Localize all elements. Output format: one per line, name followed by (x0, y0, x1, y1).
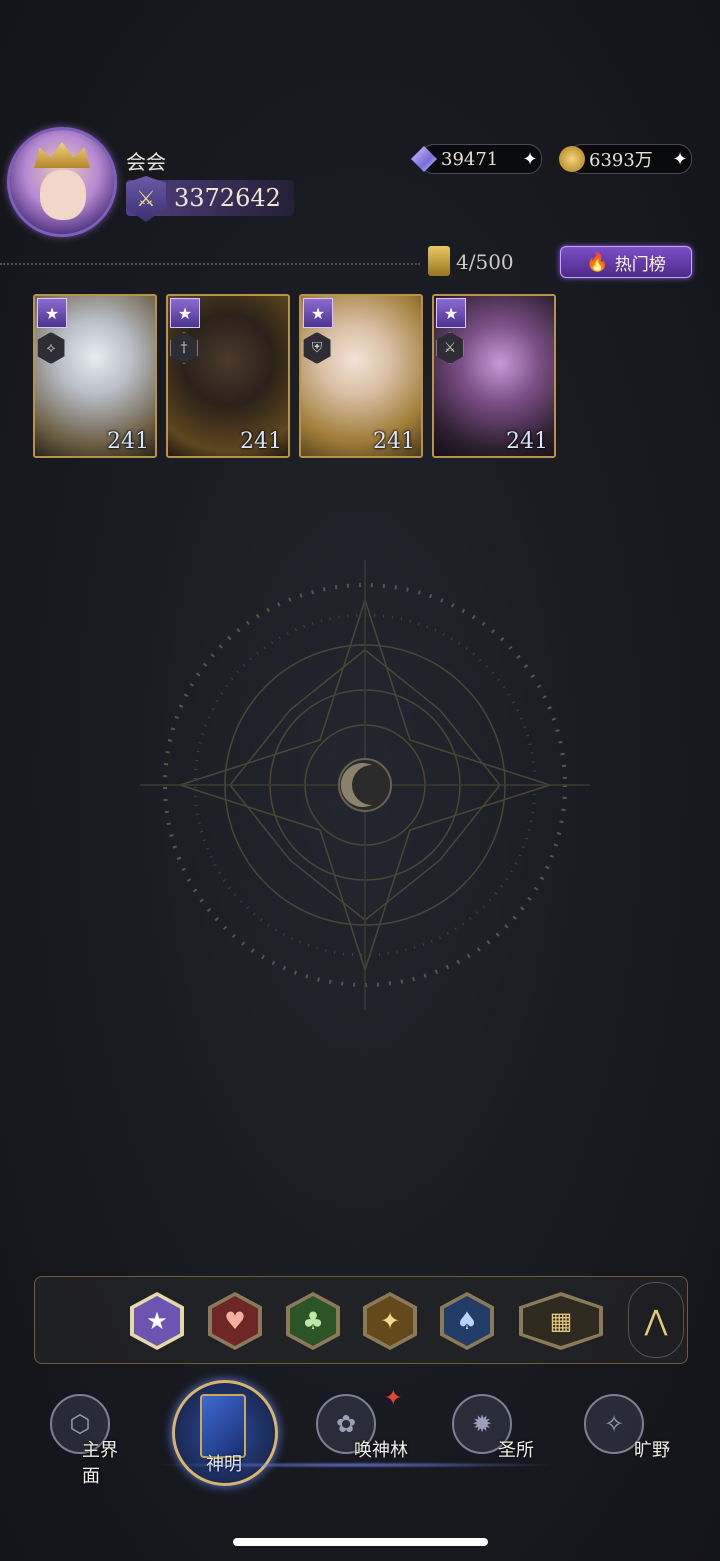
nav-main-realm[interactable]: ⬡ 主界面 (24, 1390, 134, 1487)
deity-card-1[interactable]: ★ ⟡ 241 (33, 294, 157, 458)
deity-card-2[interactable]: ★ † 241 (166, 294, 290, 458)
star-rank-icon: ★ (436, 298, 466, 328)
notification-spark-icon: ✦ (384, 1386, 403, 1411)
flame-icon: 🔥 (586, 251, 609, 273)
divider (0, 263, 420, 265)
card-level: 241 (107, 429, 149, 454)
star-rank-icon: ★ (37, 298, 67, 328)
card-level: 241 (240, 429, 282, 454)
card-level: 241 (373, 429, 415, 454)
club-icon: ♣ (290, 1296, 336, 1346)
expand-chevron-icon[interactable]: ⋀ (628, 1282, 684, 1358)
card-capacity-icon (428, 246, 450, 276)
nav-label: 唤神林 (354, 1440, 408, 1461)
nav-wilderness[interactable]: ✧ 旷野 (576, 1390, 686, 1470)
home-indicator[interactable] (233, 1538, 488, 1546)
player-name: 会会 (126, 150, 166, 174)
nav-deity[interactable]: 神明 (168, 1378, 278, 1486)
heart-icon: ♥ (212, 1296, 258, 1346)
avatar-face (40, 170, 86, 220)
star-icon: ★ (134, 1296, 180, 1346)
coin-currency: 6393万 ✦ (559, 144, 692, 174)
star-gem-icon (407, 142, 441, 176)
hot-ranking-button[interactable]: 🔥 热门榜 (560, 246, 692, 278)
card-capacity: 4/500 (456, 250, 514, 274)
nav-label: 圣所 (498, 1440, 534, 1461)
nav-label: 旷野 (634, 1440, 670, 1461)
add-gem-icon[interactable]: ✦ (519, 149, 541, 170)
star-rank-icon: ★ (170, 298, 200, 328)
nav-label: 主界面 (82, 1440, 118, 1487)
gem-currency: 39471 ✦ (411, 144, 542, 174)
nav-glow (150, 1462, 560, 1468)
hot-ranking-label: 热门榜 (614, 254, 666, 275)
crown-icon (34, 142, 90, 168)
deity-card-4[interactable]: ★ ⚔ 241 (432, 294, 556, 458)
nav-sanctuary[interactable]: ✹ 圣所 (440, 1390, 550, 1470)
deity-card-3[interactable]: ★ ⛨ 241 (299, 294, 423, 458)
gold-coin-icon (555, 142, 589, 176)
diamond-icon: ✦ (367, 1296, 413, 1346)
gem-amount: 39471 (441, 148, 499, 170)
spade-icon: ♠ (444, 1296, 490, 1346)
player-avatar[interactable] (10, 130, 114, 234)
moon-emblem-decoration (140, 560, 590, 1010)
grid-icon: ▦ (523, 1296, 599, 1346)
star-rank-icon: ★ (303, 298, 333, 328)
add-coin-icon[interactable]: ✦ (669, 149, 691, 170)
coin-amount: 6393万 (589, 150, 653, 171)
deity-book-icon (200, 1394, 246, 1458)
power-value: 3372642 (174, 184, 281, 212)
card-level: 241 (506, 429, 548, 454)
